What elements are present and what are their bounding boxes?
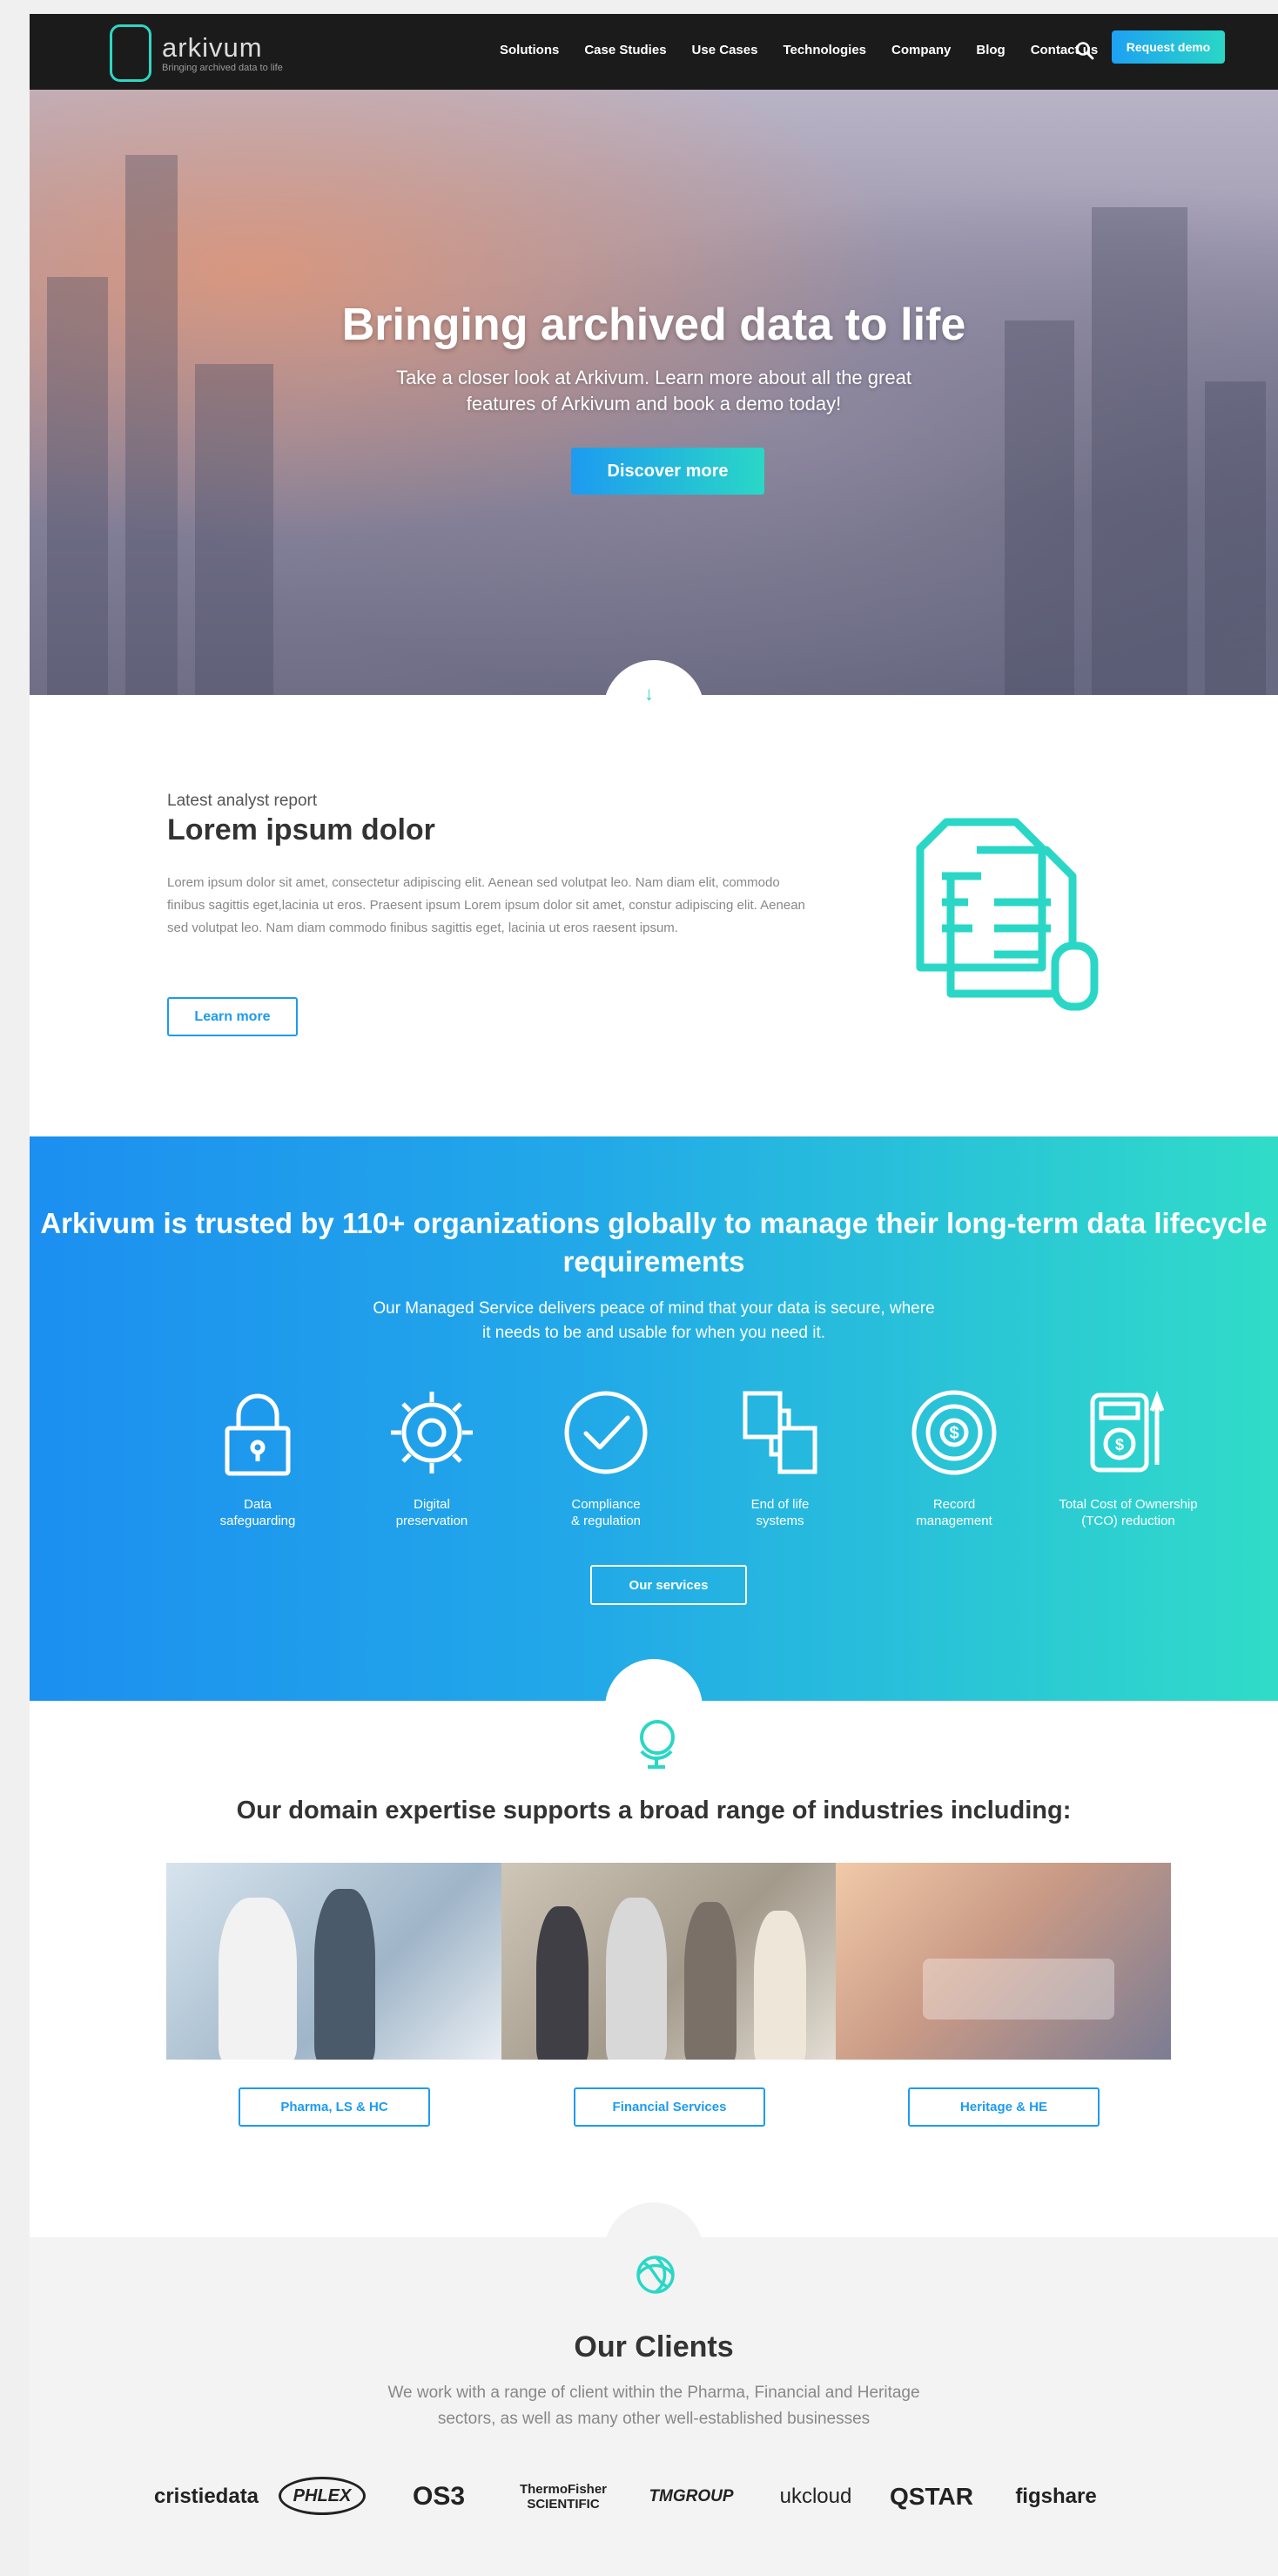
client-logo-figshare: figshare: [1015, 2485, 1097, 2508]
our-services-button[interactable]: Our services: [590, 1565, 747, 1605]
industries-title: Our domain expertise supports a broad ra…: [236, 1797, 1072, 1824]
report-title: Lorem ipsum dolor: [167, 813, 435, 846]
money-dial-icon: $: [911, 1390, 997, 1475]
industry-photo-financial: [501, 1863, 837, 2060]
photo-device-shape: [923, 1959, 1115, 2020]
feature-digital-preservation: Digital preservation: [340, 1385, 523, 1529]
photo-person-shape: [753, 1911, 806, 2060]
client-logo-qstar: QSTAR: [890, 2483, 973, 2510]
industries-photo-strip: [166, 1863, 1172, 2060]
photo-person-shape: [683, 1902, 737, 2060]
learn-more-button[interactable]: Learn more: [167, 997, 298, 1036]
feature-tco-reduction: $ Total Cost of Ownership (TCO) reductio…: [1037, 1385, 1220, 1529]
industry-button-pharma[interactable]: Pharma, LS & HC: [239, 2087, 430, 2127]
feature-label: Total Cost of Ownership (TCO) reduction: [1059, 1497, 1198, 1528]
menu-item-blog[interactable]: Blog: [976, 40, 1005, 61]
search-icon[interactable]: [1074, 40, 1095, 61]
menu-item-technologies[interactable]: Technologies: [783, 40, 866, 61]
report-kicker: Latest analyst report: [167, 792, 318, 810]
hero-notch: [603, 660, 704, 761]
top-navigation: arkivum Bringing archived data to life S…: [30, 14, 1278, 90]
client-logo-ukcloud: ukcloud: [779, 2485, 852, 2508]
photo-person-shape: [535, 1906, 589, 2060]
hero-subtitle: Take a closer look at Arkivum. Learn mor…: [396, 367, 911, 415]
industry-photo-pharma: [166, 1863, 501, 2060]
padlock-icon: [225, 1393, 291, 1476]
industry-button-financial[interactable]: Financial Services: [574, 2087, 765, 2127]
logo-name: arkivum: [162, 32, 263, 63]
feature-label: Compliance & regulation: [570, 1497, 642, 1528]
report-body: Lorem ipsum dolor sit amet, consectetur …: [167, 875, 805, 935]
svg-text:$: $: [949, 1424, 958, 1443]
photo-person-shape: [314, 1889, 375, 2060]
hero-banner: Bringing archived data to life Take a cl…: [30, 90, 1278, 695]
feature-label: Digital preservation: [395, 1497, 468, 1528]
trusted-section: Arkivum is trusted by 110+ organizations…: [30, 1136, 1278, 1701]
logo-mark-icon: [110, 24, 151, 82]
menu-item-case-studies[interactable]: Case Studies: [584, 40, 666, 61]
request-demo-button[interactable]: Request demo: [1112, 30, 1225, 64]
trusted-title: Arkivum is trusted by 110+ organizations…: [40, 1207, 1268, 1278]
industry-button-heritage[interactable]: Heritage & HE: [908, 2087, 1100, 2127]
feature-label: Record management: [916, 1497, 992, 1528]
feature-end-of-life: End of life systems: [689, 1385, 871, 1529]
client-logos: cristiedata PHLEX OS3 ThermoFisher SCIEN…: [150, 2466, 1212, 2527]
hero-building-shape: [1205, 381, 1266, 695]
hero-building-shape: [1005, 320, 1074, 695]
feature-compliance: Compliance & regulation: [515, 1385, 697, 1529]
photo-person-shape: [219, 1898, 297, 2060]
client-logo-thermofisher: ThermoFisher SCIENTIFIC: [519, 2482, 608, 2512]
checkmark-circle-icon: [564, 1391, 648, 1474]
feature-label: End of life systems: [750, 1497, 810, 1528]
trusted-subtitle: Our Managed Service delivers peace of mi…: [373, 1299, 935, 1342]
globe-icon: [640, 1720, 675, 1769]
photo-person-shape: [605, 1898, 667, 2060]
industry-photo-heritage: [836, 1863, 1172, 2060]
hero-building-shape: [195, 364, 273, 695]
client-logo-tmgroup: TMGROUP: [649, 2487, 734, 2505]
gear-icon: [391, 1392, 473, 1473]
documents-icon: [916, 818, 1099, 1011]
scroll-down-arrow-icon[interactable]: ↓: [644, 683, 654, 705]
menu-item-solutions[interactable]: Solutions: [500, 40, 559, 61]
feature-label: Data safeguarding: [219, 1497, 296, 1528]
hero-building-shape: [1092, 207, 1187, 695]
hero-building-shape: [125, 155, 178, 695]
feature-record-management: $ Record management: [863, 1385, 1046, 1529]
logo-tagline: Bringing archived data to life: [162, 63, 283, 73]
svg-text:$: $: [1115, 1436, 1124, 1453]
main-menu: Solutions Case Studies Use Cases Technol…: [500, 40, 1123, 61]
calculator-icon: $: [1090, 1390, 1165, 1473]
client-logo-phlex: PHLEX: [279, 2477, 366, 2515]
client-logo-os3: OS3: [412, 2482, 466, 2511]
feature-data-safeguarding: Data safeguarding: [166, 1385, 349, 1529]
link-swirl-icon: [636, 2256, 675, 2294]
clients-description: We work with a range of client within th…: [387, 2384, 920, 2428]
clients-title: Our Clients: [574, 2330, 734, 2364]
page: arkivum Bringing archived data to life S…: [30, 14, 1278, 2576]
hero-title: Bringing archived data to life: [341, 300, 966, 350]
transfer-boxes-icon: [743, 1391, 817, 1474]
menu-item-use-cases[interactable]: Use Cases: [692, 40, 758, 61]
menu-item-company[interactable]: Company: [891, 40, 951, 61]
discover-more-button[interactable]: Discover more: [571, 448, 764, 495]
client-logo-cristiedata: cristiedata: [153, 2485, 259, 2508]
arkivum-logo[interactable]: arkivum Bringing archived data to life: [110, 24, 283, 82]
